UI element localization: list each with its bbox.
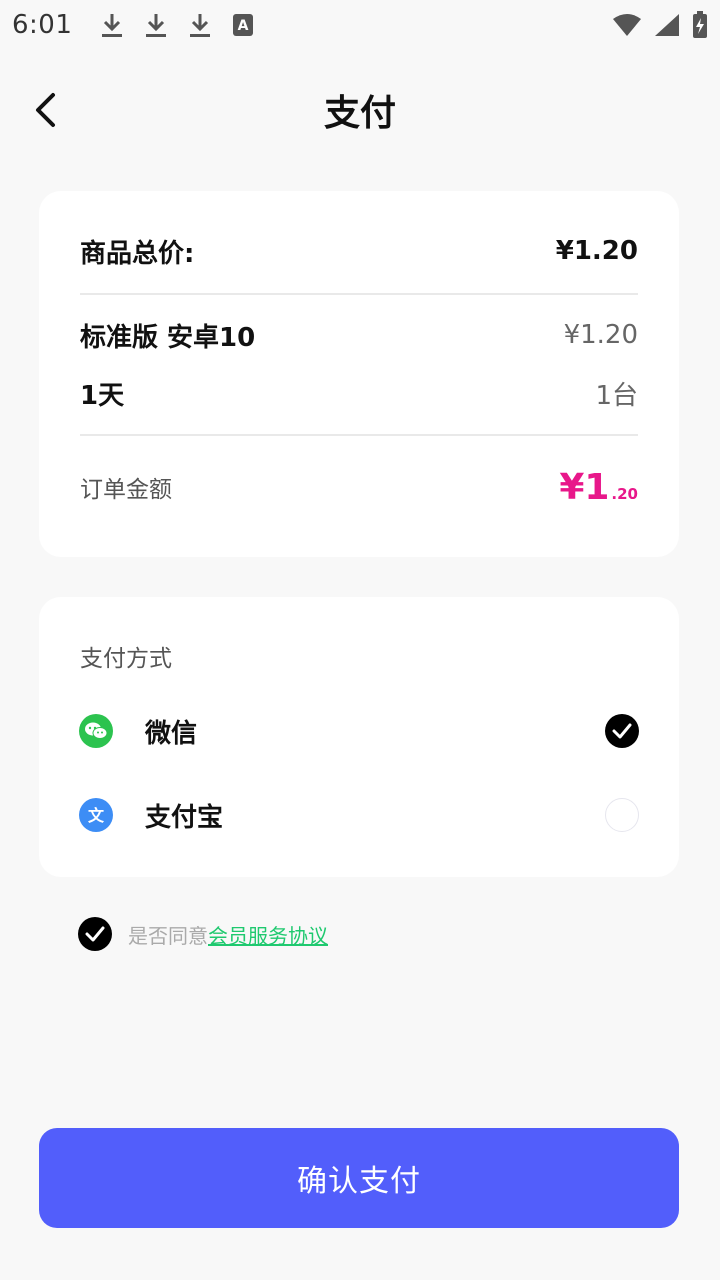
page-title: 支付 <box>323 93 396 134</box>
order-amount-row: 订单金额 ¥1 .20 <box>80 463 638 511</box>
radio-unchecked-icon[interactable] <box>605 798 639 832</box>
svg-text:文: 文 <box>88 806 105 825</box>
total-price-value: ¥1.20 <box>555 236 638 266</box>
agreement-row: 是否同意 会员服务协议 <box>78 916 328 952</box>
system-icons <box>612 11 708 39</box>
font-a-icon: A <box>233 14 254 36</box>
back-button[interactable] <box>24 88 68 132</box>
confirm-pay-button[interactable]: 确认支付 <box>39 1128 679 1228</box>
agreement-prefix: 是否同意 <box>128 923 208 948</box>
alipay-icon: 文 <box>79 798 113 832</box>
payment-option-alipay[interactable]: 文 支付宝 <box>79 791 639 839</box>
download-icon <box>146 14 167 37</box>
status-time: 6:01 <box>12 10 73 40</box>
device-count: 1台 <box>595 380 638 411</box>
payment-option-name: 支付宝 <box>145 802 224 833</box>
check-icon <box>85 926 105 942</box>
download-icon <box>102 14 123 37</box>
status-bar: 6:01 A <box>0 0 720 50</box>
divider <box>80 434 638 436</box>
duration-row: 1天 1台 <box>80 371 638 415</box>
payment-method-card: 支付方式 微信 文 支付宝 <box>39 597 679 877</box>
svg-text:A: A <box>238 18 249 34</box>
total-price-row: 商品总价: ¥1.20 <box>80 229 638 273</box>
product-price: ¥1.20 <box>563 320 638 350</box>
battery-charging-icon <box>693 11 707 38</box>
title-bar: 支付 <box>0 60 720 160</box>
wechat-icon <box>79 714 113 748</box>
chevron-left-icon <box>36 93 55 127</box>
order-amount-decimal: .20 <box>611 484 638 503</box>
payment-option-name: 微信 <box>145 718 198 749</box>
order-amount-label: 订单金额 <box>80 477 172 503</box>
product-row: 标准版 安卓10 ¥1.20 <box>80 313 638 357</box>
wifi-icon <box>613 14 641 36</box>
payment-method-title: 支付方式 <box>80 646 172 672</box>
total-price-label: 商品总价: <box>80 238 195 269</box>
order-amount-integer: ¥1 <box>559 466 610 508</box>
order-summary-card: 商品总价: ¥1.20 标准版 安卓10 ¥1.20 1天 1台 订单金额 ¥1… <box>39 191 679 557</box>
divider <box>80 293 638 295</box>
agreement-checkbox[interactable] <box>78 917 112 951</box>
duration-value: 1天 <box>80 380 125 411</box>
order-amount-value: ¥1 .20 <box>559 467 638 508</box>
agreement-link[interactable]: 会员服务协议 <box>208 920 328 949</box>
notification-icons: A <box>100 11 254 39</box>
check-icon[interactable] <box>605 714 639 748</box>
product-name: 标准版 安卓10 <box>80 322 256 353</box>
signal-icon <box>655 14 679 36</box>
download-icon <box>190 14 211 37</box>
payment-option-wechat[interactable]: 微信 <box>79 707 639 755</box>
